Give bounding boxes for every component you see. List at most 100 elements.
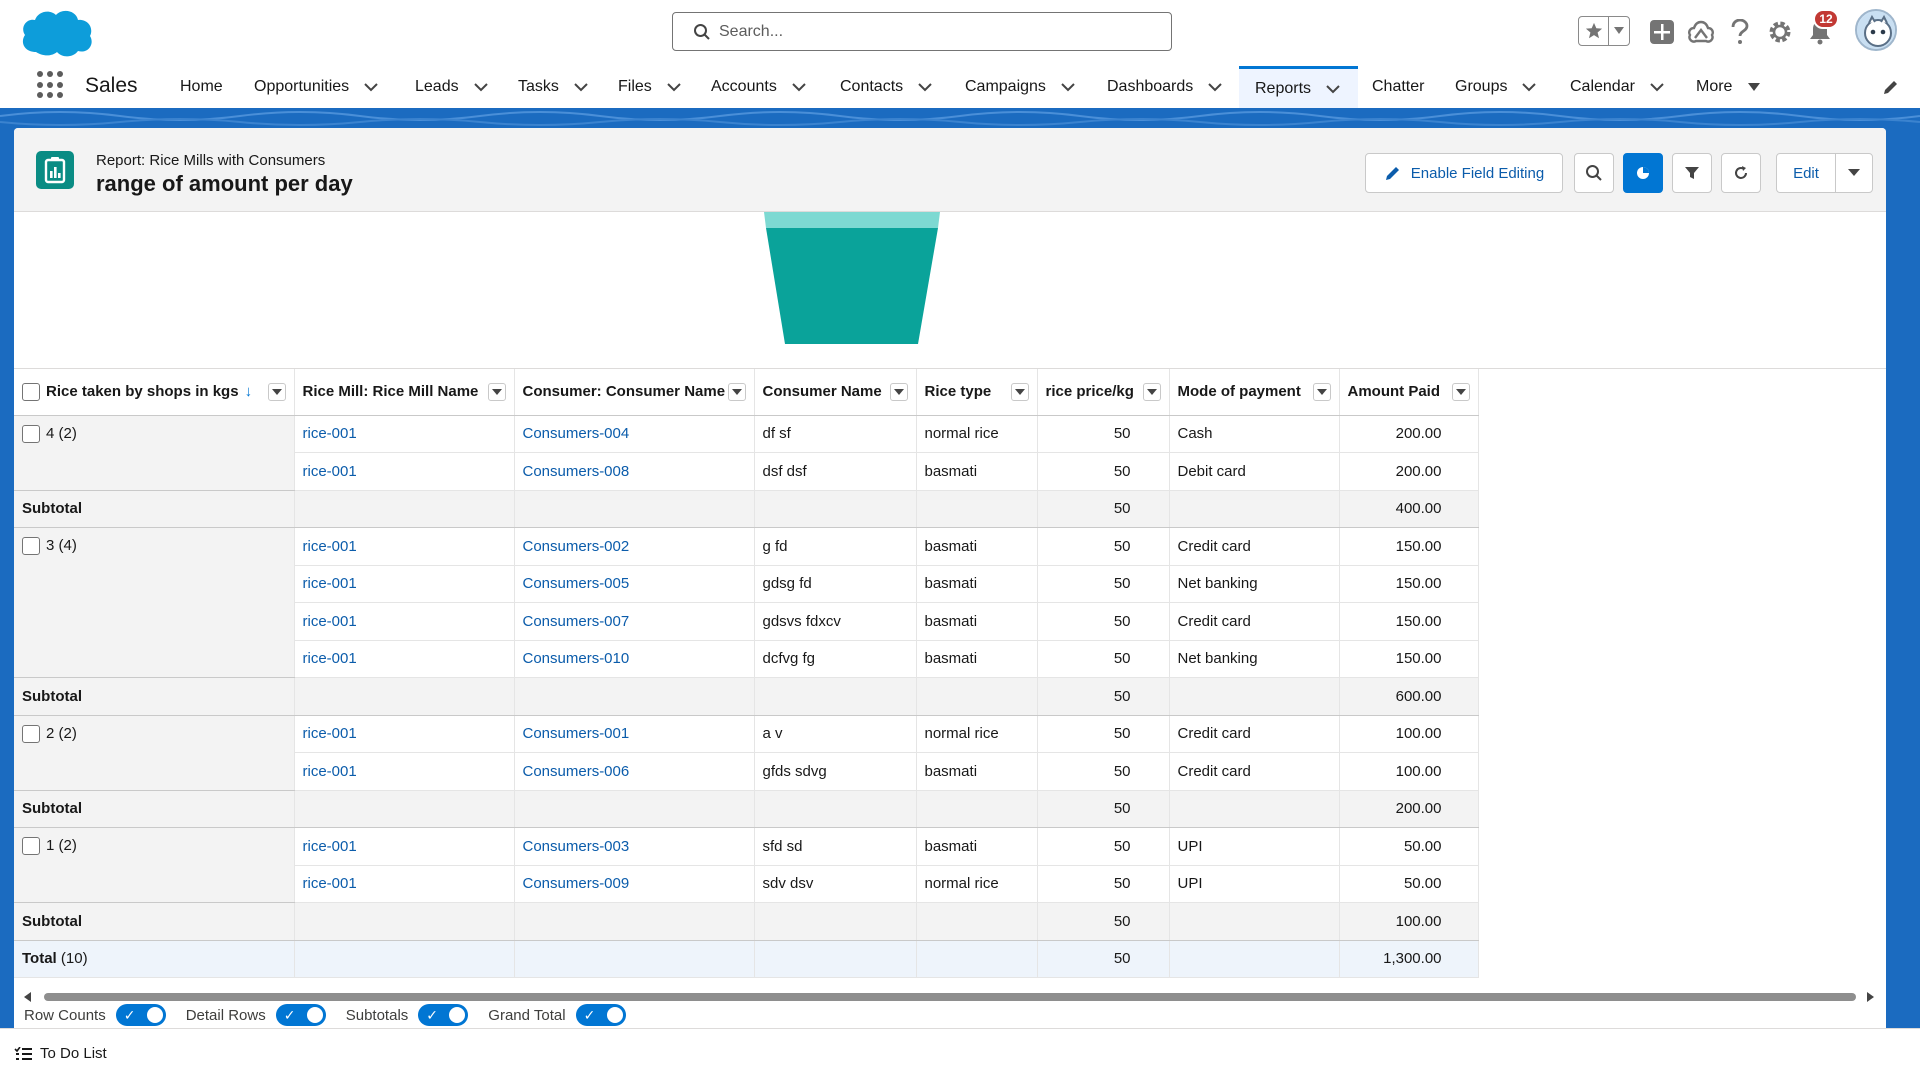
todo-list-utility[interactable]: To Do List <box>14 1045 107 1062</box>
scroll-thumb[interactable] <box>44 993 1856 1001</box>
mill-link[interactable]: rice-001 <box>294 565 515 603</box>
enable-field-editing-button[interactable]: Enable Field Editing <box>1365 153 1563 193</box>
chevron-down-icon[interactable] <box>666 79 682 95</box>
row-counts-toggle[interactable]: ✓ <box>115 1004 166 1026</box>
mill-link[interactable]: rice-001 <box>294 640 515 678</box>
search-input[interactable] <box>719 19 1149 45</box>
consumer-link[interactable]: Consumers-008 <box>514 452 755 491</box>
consumer-link[interactable]: Consumers-010 <box>514 640 755 678</box>
column-menu-button[interactable] <box>1142 383 1161 401</box>
column-menu-button[interactable] <box>267 383 286 401</box>
app-launcher-waffle-icon[interactable] <box>37 71 65 99</box>
salesforce-cloud-logo[interactable] <box>18 6 94 58</box>
column-header-consumer-name[interactable]: Consumer Name <box>754 369 917 416</box>
favorites-star-button[interactable] <box>1579 17 1609 45</box>
column-menu-button[interactable] <box>1010 383 1029 401</box>
nav-item-chatter[interactable]: Chatter <box>1372 66 1424 108</box>
mill-link[interactable]: rice-001 <box>294 602 515 641</box>
consumer-link[interactable]: Consumers-009 <box>514 865 755 903</box>
consumer-link[interactable]: Consumers-002 <box>514 527 755 566</box>
column-header-amount-paid[interactable]: Amount Paid <box>1339 369 1479 416</box>
mill-link[interactable]: rice-001 <box>294 827 515 866</box>
check-icon: ✓ <box>426 1007 439 1023</box>
chevron-down-icon[interactable] <box>1325 81 1341 97</box>
trailhead-button[interactable] <box>1687 18 1715 46</box>
mill-link[interactable]: rice-001 <box>294 715 515 753</box>
mill-link[interactable]: rice-001 <box>294 865 515 903</box>
rice-type-cell: basmati <box>916 602 1038 641</box>
column-menu-button[interactable] <box>487 383 506 401</box>
user-avatar[interactable] <box>1855 9 1897 51</box>
nav-item-accounts[interactable]: Accounts <box>711 66 807 108</box>
nav-item-contacts[interactable]: Contacts <box>840 66 933 108</box>
consumer-link[interactable]: Consumers-006 <box>514 752 755 791</box>
chevron-down-icon[interactable] <box>917 79 933 95</box>
consumer-link[interactable]: Consumers-001 <box>514 715 755 753</box>
chevron-down-icon[interactable] <box>1649 79 1665 95</box>
funnel-segment-top[interactable] <box>764 212 940 228</box>
edit-button[interactable]: Edit <box>1776 153 1836 193</box>
column-header-rice-mill-name[interactable]: Rice Mill: Rice Mill Name <box>294 369 515 416</box>
nav-item-opportunities[interactable]: Opportunities <box>254 66 379 108</box>
chevron-down-icon[interactable] <box>573 79 589 95</box>
column-header-consumer-record[interactable]: Consumer: Consumer Name <box>514 369 755 416</box>
grand-total-toggle[interactable]: ✓ <box>575 1004 626 1026</box>
consumer-link[interactable]: Consumers-004 <box>514 415 755 453</box>
detail-rows-toggle[interactable]: ✓ <box>275 1004 326 1026</box>
caret-down-icon[interactable] <box>1746 79 1762 95</box>
nav-item-files[interactable]: Files <box>618 66 682 108</box>
consumer-link[interactable]: Consumers-003 <box>514 827 755 866</box>
group-checkbox[interactable] <box>22 837 40 856</box>
global-actions-button[interactable] <box>1648 18 1676 46</box>
nav-item-calendar[interactable]: Calendar <box>1570 66 1665 108</box>
mill-link[interactable]: rice-001 <box>294 527 515 566</box>
more-actions-button[interactable] <box>1835 153 1873 193</box>
nav-item-groups[interactable]: Groups <box>1455 66 1537 108</box>
nav-item-more[interactable]: More <box>1696 66 1762 108</box>
mill-link[interactable]: rice-001 <box>294 415 515 453</box>
nav-item-home[interactable]: Home <box>180 66 223 108</box>
search-report-button[interactable] <box>1574 153 1614 193</box>
group-checkbox[interactable] <box>22 424 40 443</box>
nav-item-campaigns[interactable]: Campaigns <box>965 66 1076 108</box>
consumer-link[interactable]: Consumers-007 <box>514 602 755 641</box>
edit-nav-pencil-icon[interactable] <box>1882 78 1900 96</box>
group-checkbox[interactable] <box>22 724 40 743</box>
table-header-row: Rice taken by shops in kgs ↓ Rice Mill: R… <box>14 369 1479 416</box>
column-header-rice-type[interactable]: Rice type <box>916 369 1038 416</box>
sort-descending-icon[interactable]: ↓ <box>245 383 253 400</box>
column-header-rice-price[interactable]: rice price/kg <box>1037 369 1170 416</box>
subtotals-toggle[interactable]: ✓ <box>418 1004 469 1026</box>
funnel-segment-main[interactable] <box>766 228 938 344</box>
column-header-mode-of-payment[interactable]: Mode of payment <box>1169 369 1340 416</box>
mill-link[interactable]: rice-001 <box>294 752 515 791</box>
consumer-link[interactable]: Consumers-005 <box>514 565 755 603</box>
refresh-button[interactable] <box>1721 153 1761 193</box>
consumer-name-cell: gdsg fd <box>754 565 917 603</box>
column-menu-button[interactable] <box>889 383 908 401</box>
column-menu-button[interactable] <box>727 383 746 401</box>
column-menu-button[interactable] <box>1451 383 1470 401</box>
nav-item-tasks[interactable]: Tasks <box>518 66 589 108</box>
chevron-down-icon[interactable] <box>473 79 489 95</box>
chevron-down-icon[interactable] <box>1060 79 1076 95</box>
mill-link[interactable]: rice-001 <box>294 452 515 491</box>
column-menu-button[interactable] <box>1312 383 1331 401</box>
global-search[interactable] <box>672 12 1172 51</box>
filter-button[interactable] <box>1672 153 1712 193</box>
select-all-checkbox[interactable] <box>22 382 40 401</box>
toggle-chart-button[interactable] <box>1623 153 1663 193</box>
setup-button[interactable] <box>1766 18 1794 46</box>
nav-item-dashboards[interactable]: Dashboards <box>1107 66 1223 108</box>
column-header-rice-taken[interactable]: Rice taken by shops in kgs ↓ <box>14 369 295 416</box>
group-checkbox[interactable] <box>22 537 40 556</box>
chevron-down-icon[interactable] <box>1207 79 1223 95</box>
nav-item-reports[interactable]: Reports <box>1239 66 1358 108</box>
chevron-down-icon[interactable] <box>791 79 807 95</box>
chevron-down-icon[interactable] <box>363 79 379 95</box>
nav-item-leads[interactable]: Leads <box>415 66 489 108</box>
horizontal-scrollbar[interactable] <box>14 989 1886 1003</box>
favorites-dropdown-button[interactable] <box>1609 17 1629 45</box>
help-button[interactable] <box>1726 18 1754 46</box>
chevron-down-icon[interactable] <box>1521 79 1537 95</box>
